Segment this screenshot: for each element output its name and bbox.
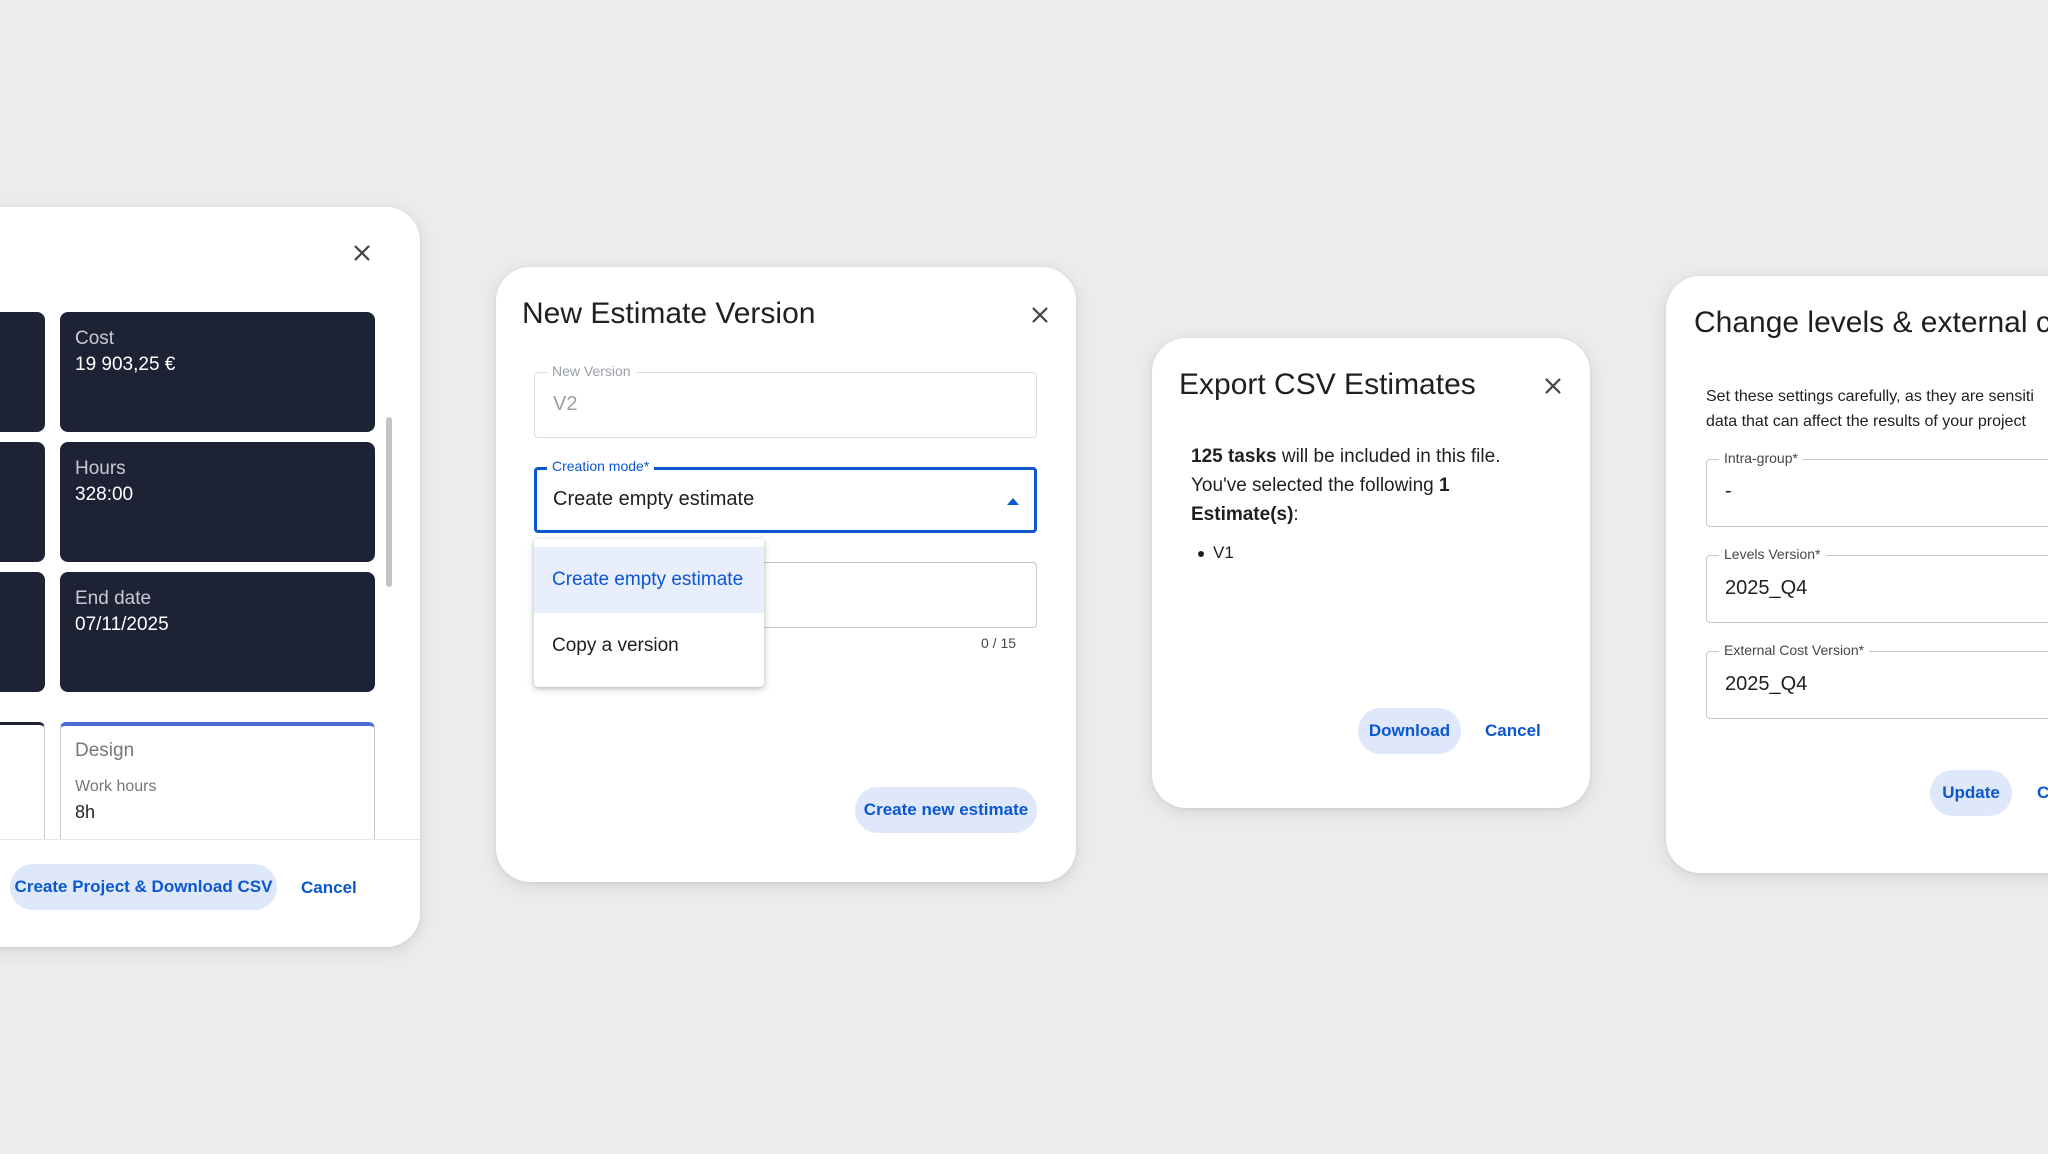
work-hours-label: Work hours: [75, 778, 157, 795]
stat-card-hours: Hours 328:00: [60, 442, 375, 562]
close-icon: [1545, 378, 1561, 394]
close-button[interactable]: [1535, 368, 1571, 404]
menu-item-copy-version[interactable]: Copy a version: [534, 613, 764, 679]
field-label: Intra-group*: [1719, 450, 1803, 466]
cancel-button[interactable]: C: [2037, 783, 2048, 803]
field-value: -: [1725, 480, 1732, 502]
stat-card-end-date: End date 07/11/2025: [60, 572, 375, 692]
summary-text: You've selected the following: [1191, 475, 1439, 496]
summary-text: will be included in this file.: [1276, 446, 1501, 467]
dialog-footer: Create Project & Download CSV Cancel: [0, 839, 420, 947]
dialog-title: New Estimate Version: [522, 297, 816, 330]
field-label: Levels Version*: [1719, 546, 1826, 562]
stat-card-partial: [0, 572, 45, 692]
cancel-button[interactable]: Cancel: [1485, 721, 1541, 741]
field-value: Create empty estimate: [553, 488, 755, 510]
description-line: Set these settings carefully, as they ar…: [1706, 388, 2034, 405]
close-icon: [1032, 307, 1048, 323]
stat-label: Hours: [75, 458, 126, 479]
estimate-count: 1: [1438, 475, 1450, 496]
dialog-title: Change levels & external co: [1694, 306, 2048, 339]
stat-card-partial: [0, 312, 45, 432]
estimate-name: V1: [1213, 543, 1234, 562]
cancel-button[interactable]: Cancel: [301, 878, 357, 898]
field-value: 2025_Q4: [1725, 577, 1808, 599]
task-card-title: Design: [75, 740, 135, 761]
dialog-title: Export CSV Estimates: [1179, 368, 1476, 401]
intra-group-field[interactable]: Intra-group* -: [1706, 450, 2048, 527]
stat-value: 19 903,25 €: [75, 354, 176, 375]
creation-mode-menu: Create empty estimate Copy a version: [534, 539, 764, 687]
external-cost-version-field[interactable]: External Cost Version* 2025_Q4: [1706, 642, 2048, 719]
stat-card-partial: [0, 442, 45, 562]
levels-version-field[interactable]: Levels Version* 2025_Q4: [1706, 546, 2048, 623]
update-button[interactable]: Update: [1930, 770, 2012, 816]
new-estimate-dialog: New Estimate Version New Version V2 Crea…: [496, 267, 1076, 882]
export-summary: 125 tasks will be included in this file.…: [1191, 442, 1551, 529]
field-label: New Version: [547, 363, 636, 379]
export-csv-dialog: Export CSV Estimates 125 tasks will be i…: [1152, 338, 1590, 808]
description-line: data that can affect the results of your…: [1706, 413, 2026, 430]
field-value: V2: [553, 393, 578, 415]
field-label: Creation mode*: [547, 458, 655, 474]
close-icon: [354, 245, 370, 261]
change-levels-dialog: Change levels & external co Set these se…: [1666, 276, 2048, 873]
dialog-description: Set these settings carefully, as they ar…: [1706, 384, 2034, 434]
new-version-field: New Version V2: [534, 363, 1037, 438]
close-button[interactable]: [344, 235, 380, 271]
stat-label: End date: [75, 588, 152, 609]
close-button[interactable]: [1022, 297, 1058, 333]
task-card-design: Design Work hours 8h: [60, 722, 375, 852]
field-value: 2025_Q4: [1725, 673, 1808, 695]
task-count: 125 tasks: [1191, 446, 1277, 467]
creation-mode-select[interactable]: Creation mode* Create empty estimate: [534, 458, 1037, 533]
char-counter: 0 / 15: [981, 635, 1017, 651]
create-new-estimate-button[interactable]: Create new estimate: [855, 787, 1037, 833]
task-card-partial: [0, 722, 45, 852]
menu-item-create-empty[interactable]: Create empty estimate: [534, 547, 764, 613]
stat-label: Cost: [75, 328, 115, 349]
stat-value: 328:00: [75, 484, 134, 505]
stat-value: 07/11/2025: [75, 614, 169, 635]
project-summary-dialog: Cost 19 903,25 € Hours 328:00 End date 0…: [0, 207, 420, 947]
work-hours-value: 8h: [75, 802, 96, 822]
bullet: [1198, 550, 1204, 557]
estimate-list-item: V1: [1198, 543, 1234, 563]
summary-text: :: [1293, 504, 1299, 525]
create-project-download-button[interactable]: Create Project & Download CSV: [10, 864, 277, 910]
scrollbar-thumb[interactable]: [386, 417, 392, 587]
caret-up-icon: [1007, 498, 1019, 505]
field-label: External Cost Version*: [1719, 642, 1870, 658]
summary-text: Estimate(s): [1191, 504, 1294, 525]
stat-card-cost: Cost 19 903,25 €: [60, 312, 375, 432]
download-button[interactable]: Download: [1358, 708, 1461, 754]
